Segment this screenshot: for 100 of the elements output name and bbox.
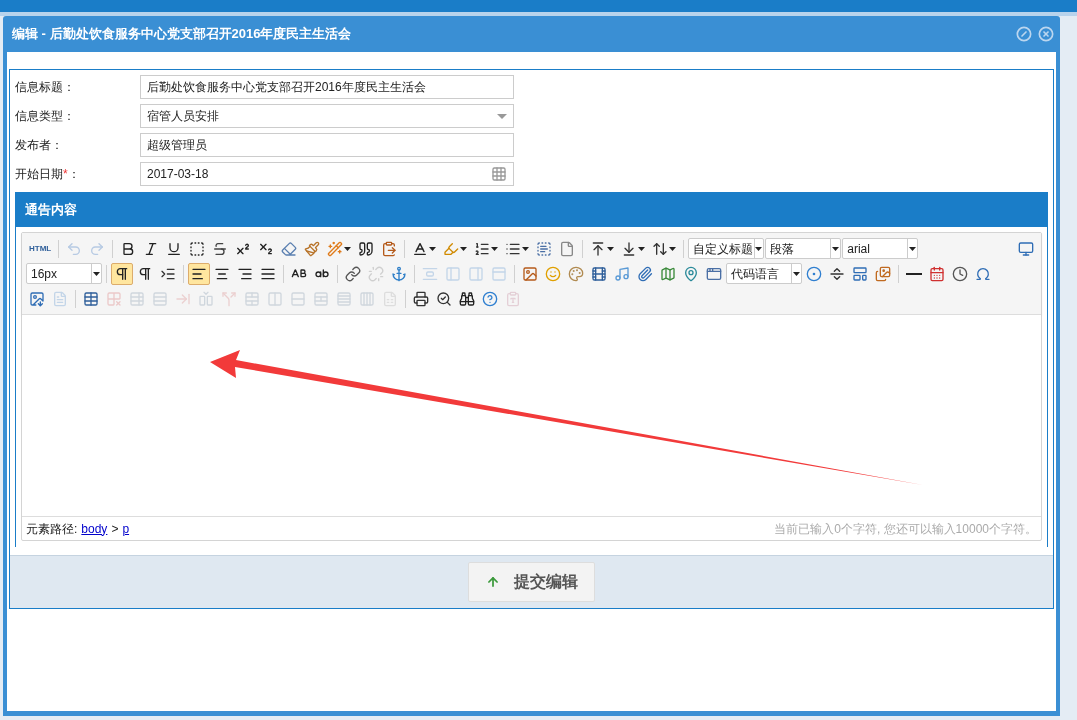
binoculars-icon [459,290,475,307]
arrow-up-icon [485,575,500,589]
caret-icon [793,271,800,276]
highlighter-icon [443,240,460,257]
paste-text-icon [505,290,521,307]
merge-cells-icon [244,290,260,307]
delete-table-icon [106,290,122,307]
paste-icon [381,240,398,257]
search-icon [436,290,452,307]
map-icon [660,265,676,282]
input-field[interactable]: 后勤处饮食服务中心党支部召开2016年度民主生活会 [140,75,514,99]
toolbar-dropdown[interactable]: 16px [26,263,102,284]
merge-right-icon [267,290,283,307]
caret-icon [638,246,646,251]
template-icon [852,265,868,282]
select-all-icon [536,240,553,257]
toolbar-dropdown[interactable]: 自定义标题 [688,238,765,259]
page-break-icon [829,265,845,282]
film-icon [591,265,607,282]
document-icon [52,290,68,307]
toolbar-dropdown[interactable]: 段落 [765,238,842,259]
undo-icon [66,240,83,257]
insert-column-icon [198,290,214,307]
word-count: 当前已输入0个字符, 您还可以输入10000个字符。 [774,520,1037,538]
insert-row-icon [152,290,168,307]
merge-down-icon [290,290,306,307]
caret-icon [344,246,352,251]
frame-icon [706,265,722,282]
unlink-icon [368,265,384,282]
background-icon [875,265,891,282]
smiley-icon [545,265,561,282]
caret-icon [909,246,917,251]
omega-icon [975,265,991,282]
caret-icon [460,246,468,251]
caret-icon [497,113,507,119]
table-caption-icon [129,290,145,307]
caret-icon [491,246,499,251]
toolbar-button[interactable] [111,262,133,285]
font-color-icon [412,240,429,257]
path-label: 元素路径: [26,520,78,538]
numbered-list-icon [474,240,491,257]
path-link[interactable]: p [122,519,130,538]
calendar-icon [929,265,945,282]
field-label: 信息类型： [15,108,76,125]
printer-icon [413,290,429,307]
input-field[interactable]: 超级管理员 [140,133,514,157]
anchor-icon [391,265,407,282]
map-pin-icon [683,265,699,282]
image-float-icon [468,265,484,282]
clock-icon [952,265,968,282]
date-field[interactable]: 2017-03-18 [140,162,514,186]
redo-icon [89,240,106,257]
toolbar-dropdown[interactable]: 代码语言 [726,263,802,284]
image-float-icon [445,265,461,282]
palette-icon [568,265,584,282]
path-separator: > [111,520,119,538]
split-cells-icon [313,290,329,307]
quote-icon [358,240,375,257]
blank-page-icon [559,240,576,257]
split-columns-icon [359,290,375,307]
caret-icon [522,246,530,251]
calendar-icon[interactable] [491,166,507,182]
toolbar-dropdown[interactable]: arial [842,238,919,259]
music-icon [614,265,630,282]
close-icon[interactable] [1038,26,1054,42]
image-download-icon [29,290,45,307]
field-label: 信息标题： [15,79,76,96]
pilcrow-icon [114,265,130,282]
paperclip-icon [637,265,653,282]
restore-icon[interactable] [1016,26,1032,42]
horizontal-rule-icon [906,272,922,275]
link-icon [345,265,361,282]
underline-icon [166,240,183,257]
caret-icon [669,246,677,251]
image-float-icon [422,265,438,282]
toolbar-button[interactable] [188,262,210,285]
caret-icon [429,246,437,251]
section-title: 通告内容 [25,200,77,219]
line-height-icon [652,240,669,257]
dialog-title: 编辑 - 后勤处饮食服务中心党支部召开2016年度民主生活会 [12,25,352,44]
submit-button[interactable]: 提交编辑 [468,562,595,602]
pilcrow-icon [137,265,153,282]
circle-icon [806,265,822,282]
field-label: 开始日期*： [15,166,81,183]
image-icon [522,265,538,282]
table-icon [83,290,99,307]
brush-icon [304,240,321,257]
field-label: 发布者： [15,137,64,154]
magic-wand-icon [327,240,344,257]
caret-icon [832,246,840,251]
strikethrough-icon [212,240,229,257]
eraser-icon [281,240,298,257]
caret-icon [607,246,615,251]
image-float-icon [491,265,507,282]
monitor-icon [1018,240,1034,257]
select-field[interactable]: 宿管人员安排 [140,104,514,128]
help-icon [482,290,498,307]
path-link[interactable]: body [81,519,108,538]
html-button[interactable]: HTML [26,237,55,260]
caret-icon [755,246,763,251]
